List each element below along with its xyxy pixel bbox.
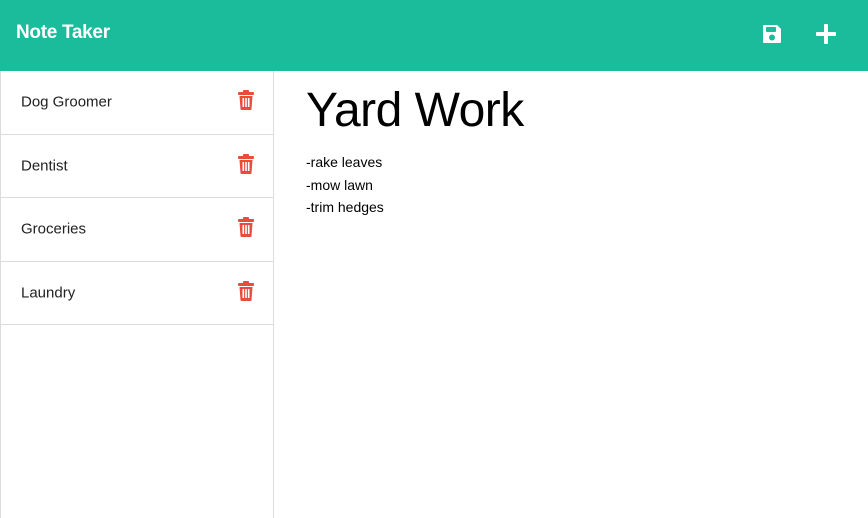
trash-icon[interactable] [237,90,255,110]
note-list-item[interactable]: Dog Groomer [1,71,273,135]
note-list-item-title: Laundry [21,284,76,302]
note-editor: Yard Work -rake leaves -mow lawn -trim h… [274,71,868,518]
trash-icon[interactable] [237,280,255,301]
note-list-item-title: Dog Groomer [21,93,112,111]
note-list-item-title: Groceries [21,220,87,238]
note-list-item[interactable]: Laundry [1,262,273,325]
new-note-button[interactable] [814,22,838,46]
save-icon [763,25,781,43]
trash-icon[interactable] [237,217,255,237]
note-title-input[interactable]: Yard Work [306,83,846,138]
app-brand[interactable]: Note Taker [16,22,110,44]
note-list-item-title: Dentist [21,157,68,175]
note-list-item[interactable]: Groceries [1,198,273,262]
plus-icon [816,24,836,44]
trash-icon[interactable] [237,153,255,174]
note-body-textarea[interactable]: -rake leaves -mow lawn -trim hedges [306,151,846,219]
save-note-button[interactable] [760,22,784,46]
note-list-item[interactable]: Dentist [1,135,273,198]
navbar: Note Taker [0,0,868,71]
note-list: Dog Groomer Dentist Groceries Laundry [0,71,274,518]
